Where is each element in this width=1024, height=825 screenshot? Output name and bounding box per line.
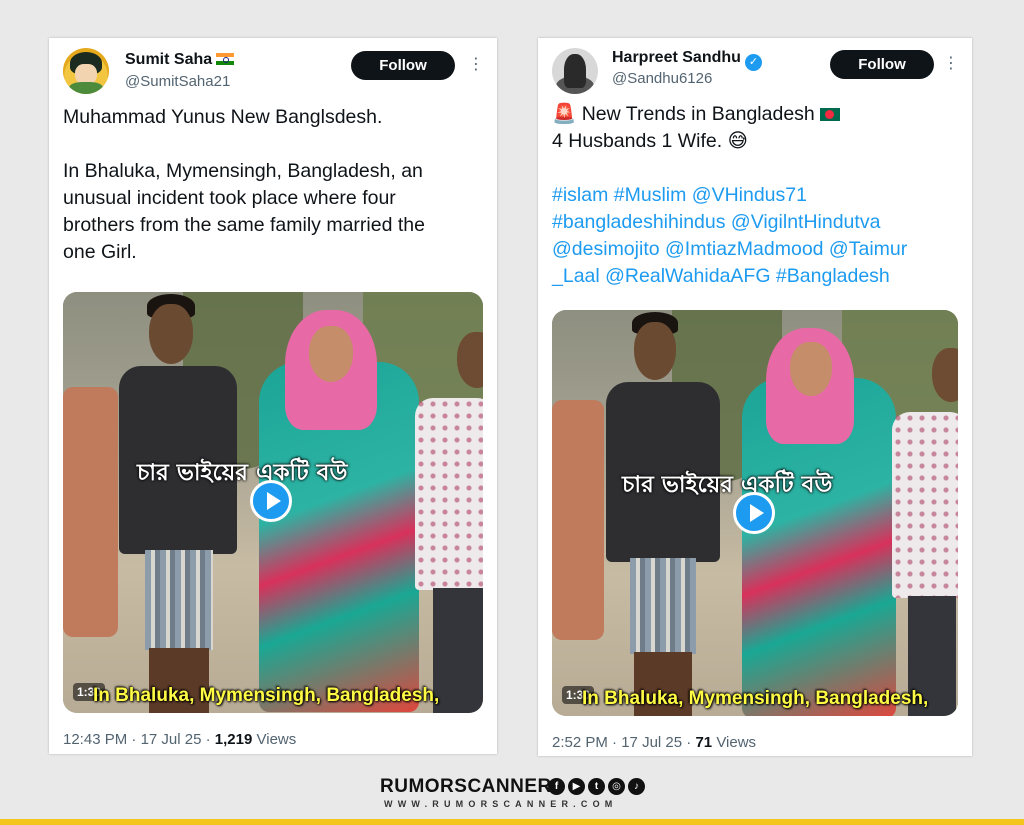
hashtags-line-4[interactable]: _Laal @RealWahidaAFG #Bangladesh [552,263,907,290]
follow-button[interactable]: Follow [351,51,455,80]
twitter-icon: t [588,778,605,795]
tweet-time[interactable]: 12:43 PM [63,731,127,748]
brand-name: RUMORSCANNER [380,776,552,797]
more-options-icon[interactable]: ⋮ [943,56,959,72]
author-name[interactable]: Harpreet Sandhu ✓ [612,49,762,71]
video-overlay-text: চার ভাইয়ের একটি বউ [622,472,833,498]
avatar[interactable] [63,48,109,94]
video-overlay-text: চার ভাইয়ের একটি বউ [137,460,348,486]
laughing-emoji-icon: 😅 [727,130,748,152]
tweet-card-2: Harpreet Sandhu ✓ @Sandhu6126 Follow ⋮ 🚨 … [538,38,972,756]
accent-bar [0,819,1024,825]
hashtags-line-1[interactable]: #islam #Muslim @VHindus71 [552,182,907,209]
facebook-icon: f [548,778,565,795]
tweet-text: Muhammad Yunus New Banglsdesh. In Bhaluk… [63,106,425,263]
views-count: 71 [695,734,713,751]
tweet-meta: 2:52 PM · 17 Jul 25 · 71 Views [552,734,757,751]
tiktok-icon: ♪ [628,778,645,795]
follow-button[interactable]: Follow [830,50,934,79]
tweet-card-1: Sumit Saha @SumitSaha21 Follow ⋮ Muhamma… [49,38,497,754]
video-player[interactable]: চার ভাইয়ের একটি বউ 1:30 In Bhaluka, Mym… [63,292,483,713]
youtube-icon: ▶ [568,778,585,795]
play-icon[interactable] [733,492,775,534]
more-options-icon[interactable]: ⋮ [468,57,484,73]
author-name[interactable]: Sumit Saha [125,51,235,69]
author-handle[interactable]: @SumitSaha21 [125,73,230,90]
hashtags-line-3[interactable]: @desimojito @ImtiazMadmood @Taimur [552,236,907,263]
tweet-meta: 12:43 PM · 17 Jul 25 · 1,219 Views [63,731,297,748]
play-icon[interactable] [250,480,292,522]
hashtags-line-2[interactable]: #bangladeshihindus @VigilntHindutva [552,209,907,236]
siren-emoji-icon: 🚨 [552,103,577,125]
tweet-time[interactable]: 2:52 PM [552,734,608,751]
views-count: 1,219 [214,731,253,748]
author-handle[interactable]: @Sandhu6126 [612,70,712,87]
tweet-text: 🚨 New Trends in Bangladesh 4 Husbands 1 … [552,101,907,290]
video-subtitle: In Bhaluka, Mymensingh, Bangladesh, [93,685,440,706]
views-label: Views [716,734,757,751]
bangladesh-flag-icon [820,108,841,121]
brand-website: WWW.RUMORSCANNER.COM [384,799,618,809]
instagram-icon: ◎ [608,778,625,795]
tweet-date[interactable]: 17 Jul 25 [621,734,682,751]
views-label: Views [256,731,297,748]
video-player[interactable]: চার ভাইয়ের একটি বউ 1:30 In Bhaluka, Mym… [552,310,958,716]
verified-badge-icon: ✓ [744,54,762,71]
avatar[interactable] [552,48,598,94]
india-flag-icon [216,53,235,65]
tweet-date[interactable]: 17 Jul 25 [141,731,202,748]
video-subtitle: In Bhaluka, Mymensingh, Bangladesh, [582,688,929,709]
